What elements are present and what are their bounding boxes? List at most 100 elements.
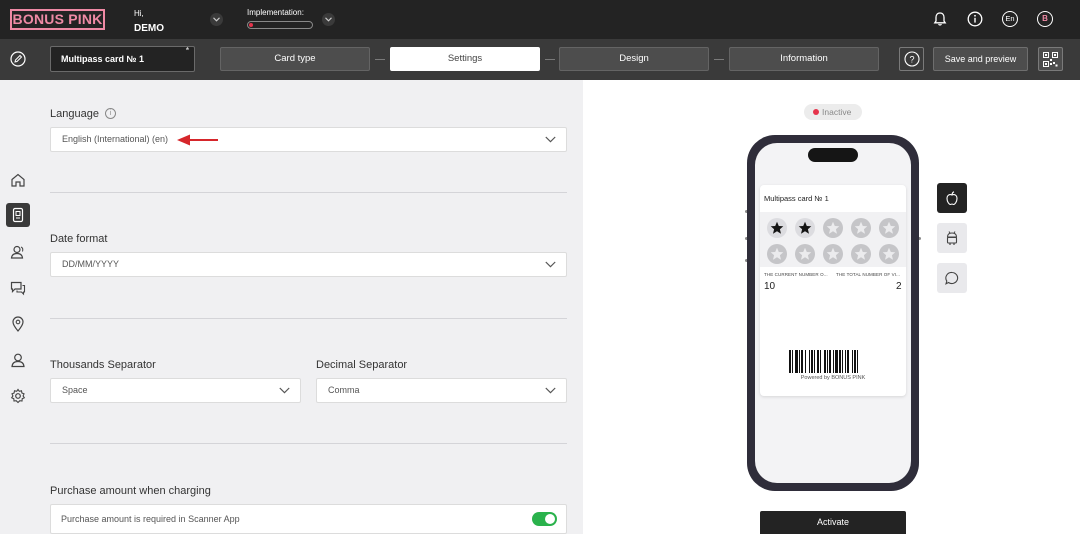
account-dropdown-button[interactable] xyxy=(210,13,223,26)
star-icon xyxy=(826,221,840,234)
brand-logo[interactable]: BONUS PINK xyxy=(10,9,105,30)
save-and-preview-button[interactable]: Save and preview xyxy=(933,47,1028,71)
chevron-down-icon xyxy=(545,261,556,268)
star-icon xyxy=(770,247,784,260)
step-separator xyxy=(714,59,724,60)
sidebar-item-settings[interactable] xyxy=(6,384,30,408)
purchase-amount-label: Purchase amount when charging xyxy=(50,485,211,497)
step-separator xyxy=(375,59,385,60)
chevron-down-icon xyxy=(545,136,556,143)
sidebar xyxy=(0,80,36,534)
qr-code-button[interactable] xyxy=(1038,47,1063,71)
star-icon xyxy=(826,247,840,260)
step-card-type[interactable]: Card type xyxy=(220,47,370,71)
decimal-separator-select[interactable]: Comma xyxy=(316,378,567,403)
star-icon xyxy=(854,247,868,260)
star-icon xyxy=(882,247,896,260)
purchase-amount-row: Purchase amount is required in Scanner A… xyxy=(50,504,567,534)
thousands-separator-select[interactable]: Space xyxy=(50,378,301,403)
purchase-amount-toggle[interactable] xyxy=(532,512,557,526)
language-info-icon[interactable]: i xyxy=(105,108,116,119)
bell-icon[interactable] xyxy=(932,11,948,27)
status-badge: Inactive xyxy=(804,104,862,120)
stamp xyxy=(879,244,899,264)
sidebar-item-profile[interactable] xyxy=(6,348,30,372)
sidebar-item-cards[interactable] xyxy=(6,203,30,227)
sidebar-item-home[interactable] xyxy=(6,168,30,192)
star-icon xyxy=(798,247,812,260)
card-name-value: Multipass card № 1 xyxy=(61,54,145,64)
language-value: English (International) (en) xyxy=(62,134,169,144)
date-format-select[interactable]: DD/MM/YYYY xyxy=(50,252,567,277)
stamp xyxy=(879,218,899,238)
thousands-separator-value: Space xyxy=(62,385,88,395)
user-avatar[interactable]: B xyxy=(1037,11,1053,27)
profile-icon xyxy=(11,353,25,368)
stamp xyxy=(767,244,787,264)
help-glyph: ? xyxy=(909,54,914,64)
qr-code-icon xyxy=(1043,52,1058,67)
step-settings[interactable]: Settings xyxy=(390,47,540,71)
help-icon: ? xyxy=(904,51,920,67)
language-select[interactable]: English (International) (en) xyxy=(50,127,567,152)
pass-field-value-current: 10 xyxy=(764,281,776,292)
chevron-down-icon xyxy=(325,17,332,22)
card-name-input[interactable]: Multipass card № 1 * xyxy=(50,46,195,72)
info-icon[interactable] xyxy=(967,11,983,27)
barcode-icon xyxy=(789,350,858,373)
pass-title: Multipass card № 1 xyxy=(764,194,829,203)
status-text: Inactive xyxy=(822,107,852,117)
platform-apple-button[interactable] xyxy=(937,183,967,213)
chevron-down-icon xyxy=(545,387,556,394)
pass-field-value-total: 2 xyxy=(896,281,902,292)
section-divider xyxy=(50,192,567,193)
star-icon xyxy=(798,221,812,234)
decimal-separator-value: Comma xyxy=(328,385,360,395)
activate-button[interactable]: Activate xyxy=(760,511,906,534)
required-mark: * xyxy=(185,46,189,55)
implementation-dropdown-button[interactable] xyxy=(322,13,335,26)
home-icon xyxy=(11,173,25,187)
language-label: Language xyxy=(50,108,99,120)
stamp xyxy=(851,218,871,238)
sidebar-item-customers[interactable] xyxy=(6,240,30,264)
top-bar: BONUS PINK Hi, DEMO Implementation: En B xyxy=(0,0,1080,39)
customers-icon xyxy=(10,245,24,259)
stamp xyxy=(851,244,871,264)
pass-field-label-current: THE CURRENT NUMBER O... xyxy=(764,272,828,277)
stamp xyxy=(823,244,843,264)
user-name: DEMO xyxy=(134,23,164,34)
stamp xyxy=(823,218,843,238)
sidebar-item-chat[interactable] xyxy=(6,276,30,300)
step-separator xyxy=(545,59,555,60)
section-divider xyxy=(50,318,567,319)
apple-icon xyxy=(946,191,958,206)
greeting-text: Hi, xyxy=(134,9,144,18)
stamp xyxy=(767,218,787,238)
chevron-down-icon xyxy=(213,17,220,22)
chevron-down-icon xyxy=(279,387,290,394)
phone-notch xyxy=(808,148,858,162)
powered-by-text: Powered by BONUS PINK xyxy=(800,375,866,381)
edit-icon[interactable] xyxy=(10,51,26,67)
location-icon xyxy=(12,316,24,332)
language-switcher[interactable]: En xyxy=(1002,11,1018,27)
wizard-toolbar: Multipass card № 1 * Card type Settings … xyxy=(0,39,1080,80)
pass-field-label-total: THE TOTAL NUMBER OF VI... xyxy=(836,272,901,277)
section-divider xyxy=(50,443,567,444)
step-design[interactable]: Design xyxy=(559,47,709,71)
android-icon xyxy=(946,231,958,245)
thousands-separator-label: Thousands Separator xyxy=(50,359,156,371)
help-button[interactable]: ? xyxy=(899,47,924,71)
sidebar-item-locations[interactable] xyxy=(6,312,30,336)
platform-message-button[interactable] xyxy=(937,263,967,293)
stamp xyxy=(795,218,815,238)
cards-icon xyxy=(12,207,24,223)
annotation-arrow-icon xyxy=(177,134,218,146)
platform-android-button[interactable] xyxy=(937,223,967,253)
implementation-label: Implementation: xyxy=(247,8,304,17)
step-information[interactable]: Information xyxy=(729,47,879,71)
message-icon xyxy=(945,271,959,285)
date-format-label: Date format xyxy=(50,233,108,245)
decimal-separator-label: Decimal Separator xyxy=(316,359,408,371)
